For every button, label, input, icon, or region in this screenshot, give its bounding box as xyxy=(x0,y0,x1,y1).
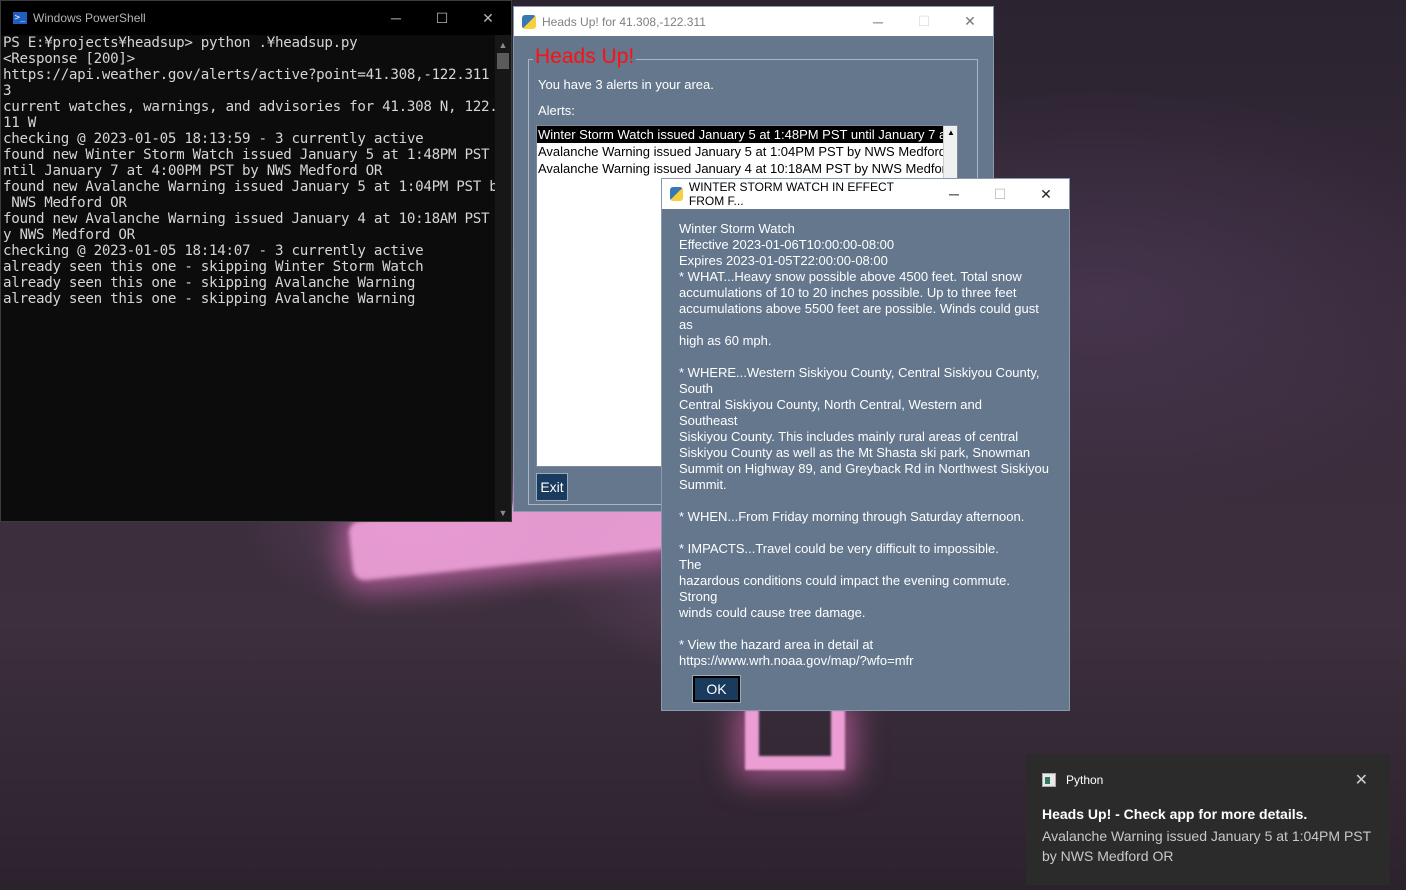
dialog-text-line: * WHAT...Heavy snow possible above 4500 … xyxy=(679,269,1022,284)
python-icon xyxy=(522,14,536,29)
dialog-text-line: * IMPACTS...Travel could be very difficu… xyxy=(679,541,999,556)
scroll-up-icon[interactable]: ▲ xyxy=(944,126,957,140)
dialog-text-line xyxy=(679,525,1059,541)
minimize-button[interactable]: ─ xyxy=(373,1,419,35)
console-line: already seen this one - skipping Avalanc… xyxy=(3,291,416,307)
scroll-down-icon[interactable]: ▼ xyxy=(495,505,511,521)
console-line: already seen this one - skipping Avalanc… xyxy=(3,275,416,291)
python-icon xyxy=(670,187,683,201)
console-line: checking @ 2023-01-05 18:14:07 - 3 curre… xyxy=(3,243,424,259)
dialog-text-line xyxy=(679,621,1059,637)
dialog-text-line: Summit. xyxy=(679,477,727,492)
dialog-text-line: Strong xyxy=(679,589,718,604)
console-scrollbar[interactable]: ▲ ▼ xyxy=(495,35,511,521)
console-output[interactable]: PS E:¥projects¥headsup> python .¥headsup… xyxy=(3,35,495,521)
close-button[interactable]: ✕ xyxy=(947,7,993,36)
dialog-text-line: Siskiyou County. This includes mainly ru… xyxy=(679,429,1019,444)
dialog-text-line: hazardous conditions could impact the ev… xyxy=(679,573,1010,588)
console-line: <Response [200]> xyxy=(3,51,135,67)
dialog-text-line: accumulations of 10 to 20 inches possibl… xyxy=(679,285,1017,300)
scroll-thumb[interactable] xyxy=(497,53,509,69)
close-button[interactable]: ✕ xyxy=(465,1,511,35)
alert-detail-dialog[interactable]: WINTER STORM WATCH IN EFFECT FROM F... ─… xyxy=(661,178,1070,711)
dialog-text-line: South xyxy=(679,381,713,396)
toast-app-header: Python xyxy=(1042,773,1103,787)
console-line: found new Avalanche Warning issued Janua… xyxy=(3,179,495,195)
console-line: 11 W xyxy=(3,115,36,131)
app-window-icon xyxy=(1042,773,1056,787)
console-line: PS E:¥projects¥headsup> python .¥headsup… xyxy=(3,35,358,51)
console-line: y NWS Medford OR xyxy=(3,227,135,243)
dialog-text-line xyxy=(679,493,1059,509)
maximize-button[interactable]: ☐ xyxy=(419,1,465,35)
alert-count-text: You have 3 alerts in your area. xyxy=(538,77,714,92)
alert-list-item[interactable]: Avalanche Warning issued January 5 at 1:… xyxy=(537,143,957,160)
ok-button[interactable]: OK xyxy=(692,675,741,703)
toast-title: Heads Up! - Check app for more details. xyxy=(1042,806,1308,822)
close-icon[interactable]: ✕ xyxy=(1355,770,1368,790)
console-line: 3 xyxy=(3,83,12,99)
alert-list-item[interactable]: Winter Storm Watch issued January 5 at 1… xyxy=(537,126,957,144)
powershell-title: Windows PowerShell xyxy=(33,11,146,25)
dialog-message: Winter Storm Watch Effective 2023-01-06T1… xyxy=(679,221,1059,669)
alerts-label: Alerts: xyxy=(538,103,575,118)
dialog-text-line: Siskiyou County as well as the Mt Shasta… xyxy=(679,445,1031,460)
dialog-text-line: Expires 2023-01-05T22:00:00-08:00 xyxy=(679,253,888,268)
dialog-text-line: winds could cause tree damage. xyxy=(679,605,866,620)
dialog-text-line: * WHERE...Western Siskiyou County, Centr… xyxy=(679,365,1040,380)
console-line: NWS Medford OR xyxy=(3,195,127,211)
console-line: already seen this one - skipping Winter … xyxy=(3,259,424,275)
dialog-text-line: as xyxy=(679,317,693,332)
dialog-text-line: Summit on Highway 89, and Greyback Rd in… xyxy=(679,461,1049,476)
headsup-window-title: Heads Up! for 41.308,-122.311 xyxy=(542,14,706,29)
toast-notification[interactable]: Python ✕ Heads Up! - Check app for more … xyxy=(1026,754,1390,885)
dialog-text-line: The xyxy=(679,557,702,572)
maximize-button[interactable]: ☐ xyxy=(901,7,947,36)
dialog-text-line: Effective 2023-01-06T10:00:00-08:00 xyxy=(679,237,895,252)
exit-button[interactable]: Exit xyxy=(536,473,568,501)
dialog-text-line: https://www.wrh.noaa.gov/map/?wfo=mfr xyxy=(679,653,914,668)
console-line: ntil January 7 at 4:00PM PST by NWS Medf… xyxy=(3,163,383,179)
dialog-text-line: accumulations above 5500 feet are possib… xyxy=(679,301,1039,316)
dialog-text-line: high as 60 mph. xyxy=(679,333,772,348)
dialog-text-line xyxy=(679,349,1059,365)
dialog-title: WINTER STORM WATCH IN EFFECT FROM F... xyxy=(688,180,894,208)
powershell-icon: >_ xyxy=(13,12,27,24)
powershell-titlebar[interactable]: >_ Windows PowerShell ─ ☐ ✕ xyxy=(1,1,511,35)
scroll-up-icon[interactable]: ▲ xyxy=(495,37,511,53)
console-line: current watches, warnings, and advisorie… xyxy=(3,99,495,115)
console-line: https://api.weather.gov/alerts/active?po… xyxy=(3,67,490,83)
maximize-button[interactable]: ☐ xyxy=(977,179,1023,209)
dialog-text-line: Southeast xyxy=(679,413,738,428)
toast-app-name: Python xyxy=(1066,773,1104,787)
alert-list-item[interactable]: Avalanche Warning issued January 4 at 10… xyxy=(537,160,957,177)
dialog-text-line: Winter Storm Watch xyxy=(679,221,795,236)
dialog-text-line: Central Siskiyou County, North Central, … xyxy=(679,397,982,412)
dialog-text-line: * WHEN...From Friday morning through Sat… xyxy=(679,509,1025,524)
minimize-button[interactable]: ─ xyxy=(931,179,977,209)
minimize-button[interactable]: ─ xyxy=(855,7,901,36)
wallpaper-neon-sign-lower xyxy=(745,710,845,770)
dialog-text-line: * View the hazard area in detail at xyxy=(679,637,874,652)
console-line: checking @ 2023-01-05 18:13:59 - 3 curre… xyxy=(3,131,424,147)
console-line: found new Avalanche Warning issued Janua… xyxy=(3,211,495,227)
headsup-heading: Heads Up! xyxy=(533,45,637,69)
close-button[interactable]: ✕ xyxy=(1023,179,1069,209)
console-line: found new Winter Storm Watch issued Janu… xyxy=(3,147,495,163)
dialog-titlebar[interactable]: WINTER STORM WATCH IN EFFECT FROM F... ─… xyxy=(662,179,1069,209)
headsup-titlebar[interactable]: Heads Up! for 41.308,-122.311 ─ ☐ ✕ xyxy=(514,7,993,36)
powershell-window[interactable]: >_ Windows PowerShell ─ ☐ ✕ PS E:¥projec… xyxy=(0,0,512,522)
toast-message: Avalanche Warning issued January 5 at 1:… xyxy=(1042,828,1371,864)
